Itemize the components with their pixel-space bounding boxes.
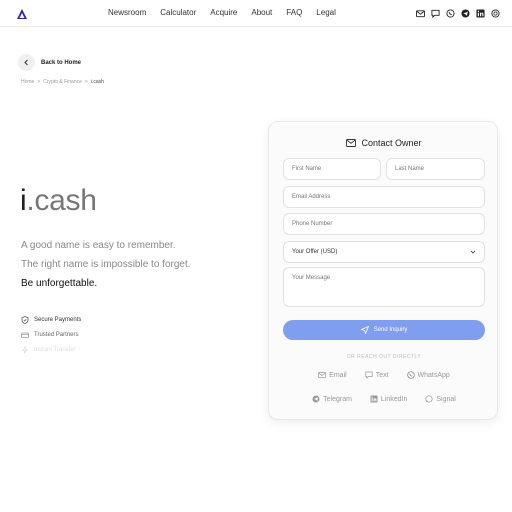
contact-text-label: Text (375, 371, 389, 379)
breadcrumb: Home > Crypto & Finance > i.cash (21, 79, 104, 85)
nav-legal[interactable]: Legal (316, 7, 336, 19)
tagline-line3: Be unforgettable. (21, 278, 98, 289)
contact-telegram-label: Telegram (323, 395, 352, 403)
envelope-icon (346, 139, 357, 147)
contact-whatsapp-label: WhatsApp (417, 371, 450, 379)
feature-label: Secure Payments (34, 317, 82, 323)
message-textarea[interactable]: Your Message (283, 267, 485, 307)
contact-signal-label: Signal (436, 395, 456, 403)
last-name-input[interactable]: Last Name (386, 158, 485, 180)
contact-links-row2: Telegram LinkedIn Signal (269, 395, 499, 403)
back-to-home-button[interactable]: Back to Home (18, 54, 81, 71)
nav-faq[interactable]: FAQ (286, 7, 302, 19)
whatsapp-icon[interactable] (445, 8, 455, 18)
shield-icon (21, 316, 29, 324)
feature-secure-payments: Secure Payments (21, 316, 81, 324)
feature-instant-transfer: Instant Transfer (21, 346, 76, 354)
feature-label: Trusted Partners (34, 332, 79, 338)
mail-icon (318, 372, 327, 378)
send-inquiry-label: Send Inquiry (373, 327, 408, 333)
tagline-line1: A good name is easy to remember. (21, 240, 176, 251)
offer-select-label: Your Offer (USD) (292, 249, 338, 255)
feature-trusted-partners: Trusted Partners (21, 331, 78, 339)
contact-email-link[interactable]: Email (318, 371, 347, 379)
first-name-input[interactable]: First Name (283, 158, 381, 180)
send-inquiry-button[interactable]: Send Inquiry (283, 320, 485, 340)
nav-acquire[interactable]: Acquire (210, 7, 237, 19)
bolt-icon (21, 346, 29, 354)
phone-input[interactable]: Phone Number (283, 213, 485, 235)
offer-select[interactable]: Your Offer (USD) (283, 241, 485, 263)
contact-owner-card: Contact Owner First Name Last Name Email… (268, 121, 498, 420)
breadcrumb-separator: > (84, 79, 88, 85)
social-links (415, 8, 500, 18)
linkedin-icon (370, 395, 378, 403)
contact-title: Contact Owner (269, 138, 499, 148)
contact-links-row1: Email Text WhatsApp (269, 371, 499, 379)
or-divider: OR REACH OUT DIRECTLY (346, 354, 422, 360)
breadcrumb-current: i.cash (90, 79, 104, 85)
email-input[interactable]: Email Address (283, 186, 485, 208)
contact-title-label: Contact Owner (361, 138, 422, 148)
signal-icon[interactable] (490, 8, 500, 18)
nav-calculator[interactable]: Calculator (160, 7, 196, 19)
back-label: Back to Home (41, 59, 82, 66)
breadcrumb-separator: > (37, 79, 41, 85)
contact-text-link[interactable]: Text (365, 371, 389, 379)
chevron-down-icon (470, 250, 476, 254)
nav-newsroom[interactable]: Newsroom (108, 7, 146, 19)
contact-email-label: Email (329, 371, 347, 379)
chat-icon[interactable] (430, 8, 440, 18)
card-icon (21, 332, 29, 338)
top-navbar: Newsroom Calculator Acquire About FAQ Le… (0, 0, 512, 27)
feature-label: Instant Transfer (34, 347, 76, 353)
signal-icon (425, 395, 433, 403)
linkedin-icon[interactable] (475, 8, 485, 18)
main-nav: Newsroom Calculator Acquire About FAQ Le… (108, 7, 350, 19)
breadcrumb-home[interactable]: Home (21, 79, 34, 85)
contact-linkedin-link[interactable]: LinkedIn (370, 395, 407, 403)
chevron-left-icon (18, 54, 35, 71)
contact-telegram-link[interactable]: Telegram (312, 395, 352, 403)
send-icon (360, 326, 369, 334)
chat-icon (365, 371, 373, 379)
contact-linkedin-label: LinkedIn (380, 395, 408, 403)
contact-whatsapp-link[interactable]: WhatsApp (406, 371, 450, 379)
telegram-icon[interactable] (460, 8, 470, 18)
tagline-line2: The right name is impossible to forget. (21, 259, 191, 270)
logo-icon[interactable] (16, 8, 28, 20)
telegram-icon (312, 395, 320, 403)
domain-name-part2: .cash (26, 184, 97, 217)
nav-about[interactable]: About (251, 7, 272, 19)
contact-signal-link[interactable]: Signal (425, 395, 456, 403)
domain-name: i.cash (20, 184, 97, 218)
whatsapp-icon (406, 371, 415, 379)
mail-icon[interactable] (415, 8, 425, 18)
breadcrumb-category[interactable]: Crypto & Finance (43, 79, 82, 85)
